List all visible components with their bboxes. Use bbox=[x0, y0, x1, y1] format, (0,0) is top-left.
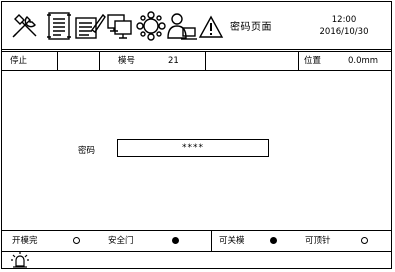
indicator-mold-close-ready-light bbox=[270, 237, 277, 244]
user-icon[interactable] bbox=[166, 10, 198, 42]
screen-frame: 密码页面 12:00 2016/10/30 停止 模号 21 位置 0.0mm … bbox=[1, 1, 392, 269]
write-icon[interactable] bbox=[74, 10, 106, 42]
indicator-safety-door-light bbox=[172, 237, 179, 244]
indicator-safety-door-label: 安全门 bbox=[108, 236, 134, 246]
top-toolbar: 密码页面 12:00 2016/10/30 bbox=[2, 2, 391, 50]
position-value: 0.0mm bbox=[348, 56, 379, 66]
document-icon[interactable] bbox=[44, 10, 74, 42]
status-bar: 停止 模号 21 位置 0.0mm bbox=[2, 51, 391, 71]
indicator-mold-open-done-light bbox=[73, 237, 80, 244]
indicator-mold-close-ready-label: 可关模 bbox=[219, 236, 245, 246]
mold-number-cell: 模号 21 bbox=[100, 52, 206, 70]
indicator-bar: 开模完 安全门 可关模 可顶针 bbox=[2, 230, 391, 252]
alarm-light-icon[interactable] bbox=[11, 252, 29, 272]
machine-state: 停止 bbox=[10, 56, 28, 66]
indicator-divider bbox=[211, 231, 212, 251]
machine-state-cell: 停止 bbox=[2, 52, 58, 70]
status-empty-cell bbox=[58, 52, 100, 70]
position-cell: 位置 0.0mm bbox=[299, 52, 391, 70]
position-label: 位置 bbox=[304, 56, 322, 66]
clock: 12:00 2016/10/30 bbox=[314, 14, 374, 38]
mold-number-label: 模号 bbox=[118, 56, 136, 66]
indicator-ejector-ready-light bbox=[361, 237, 368, 244]
warning-icon[interactable] bbox=[198, 10, 224, 42]
computer-icon[interactable] bbox=[105, 10, 135, 42]
mold-number-value: 21 bbox=[168, 56, 179, 66]
indicator-mold-open-done-label: 开模完 bbox=[12, 236, 38, 246]
clock-time: 12:00 bbox=[331, 15, 357, 25]
tools-icon[interactable] bbox=[10, 10, 42, 42]
network-icon[interactable] bbox=[136, 10, 166, 42]
password-label: 密码 bbox=[78, 146, 96, 156]
password-panel: 密码 **** bbox=[2, 70, 391, 228]
indicator-ejector-ready-label: 可顶针 bbox=[305, 236, 331, 246]
clock-date: 2016/10/30 bbox=[319, 27, 369, 37]
status-empty-cell-2 bbox=[206, 52, 299, 70]
page-title: 密码页面 bbox=[230, 22, 272, 33]
password-input[interactable]: **** bbox=[117, 139, 269, 157]
